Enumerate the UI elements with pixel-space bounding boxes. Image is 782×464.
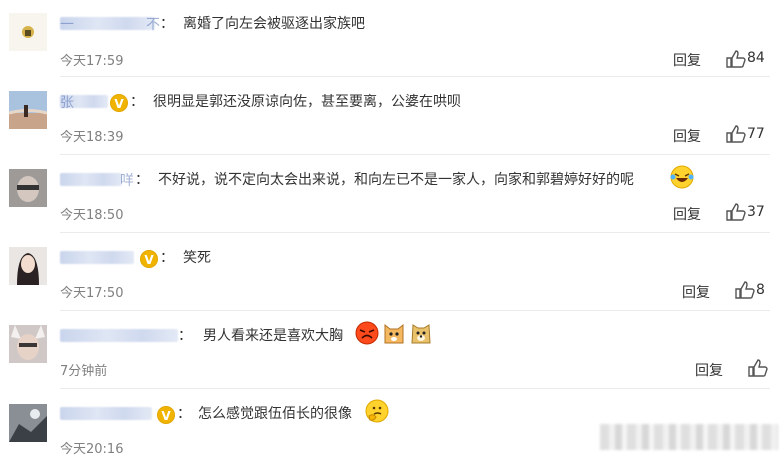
avatar[interactable] bbox=[9, 325, 47, 363]
divider bbox=[60, 232, 770, 233]
avatar[interactable] bbox=[9, 169, 47, 207]
username[interactable] bbox=[60, 17, 155, 30]
thinking-face-emoji-icon bbox=[365, 399, 389, 423]
colon: ： bbox=[160, 250, 174, 266]
reply-button[interactable]: 回复 bbox=[673, 204, 701, 224]
username[interactable] bbox=[60, 173, 122, 186]
watermark bbox=[600, 424, 778, 450]
reply-button[interactable]: 回复 bbox=[673, 50, 701, 70]
username[interactable] bbox=[60, 329, 178, 342]
timestamp: 今天20:16 bbox=[60, 442, 124, 457]
timestamp: 7分钟前 bbox=[60, 364, 108, 379]
comment-item: 咩 ： 不好说，说不定向太会出来说，和向左已不是一家人，向家和郭碧婷好好的呢 今… bbox=[0, 156, 782, 233]
username[interactable] bbox=[60, 251, 134, 264]
colon: ： bbox=[160, 16, 174, 32]
comment-item: 一 不 ： 离婚了向左会被驱逐出家族吧 今天17:59 回复 84 bbox=[0, 0, 782, 77]
thumbs-up-icon[interactable] bbox=[725, 50, 747, 68]
avatar[interactable] bbox=[9, 247, 47, 285]
divider bbox=[60, 154, 770, 155]
divider bbox=[60, 310, 770, 311]
comment-text: 不好说，说不定向太会出来说，和向左已不是一家人，向家和郭碧婷好好的呢 bbox=[158, 172, 634, 188]
colon: ： bbox=[177, 406, 191, 422]
thumbs-up-icon[interactable] bbox=[747, 359, 769, 377]
like-count: 37 bbox=[747, 204, 765, 220]
thumbs-up-icon[interactable] bbox=[734, 281, 756, 299]
cat-face-emoji-icon bbox=[384, 323, 404, 344]
thumbs-up-icon[interactable] bbox=[725, 203, 747, 221]
timestamp: 今天17:59 bbox=[60, 54, 124, 69]
colon: ： bbox=[130, 94, 144, 110]
username-fragment: 咩 bbox=[120, 173, 134, 189]
comment-text: 很明显是郭还没原谅向佐，甚至要离，公婆在哄呗 bbox=[153, 94, 461, 110]
thumbs-up-icon[interactable] bbox=[725, 125, 747, 143]
like-count: 84 bbox=[747, 50, 765, 66]
timestamp: 今天18:39 bbox=[60, 130, 124, 145]
avatar[interactable] bbox=[9, 13, 47, 51]
divider bbox=[60, 388, 770, 389]
avatar[interactable] bbox=[9, 404, 47, 442]
comment-item: 张 V ： 很明显是郭还没原谅向佐，甚至要离，公婆在哄呗 今天18:39 回复 … bbox=[0, 78, 782, 155]
timestamp: 今天18:50 bbox=[60, 208, 124, 223]
laughing-tears-emoji-icon bbox=[670, 165, 694, 189]
avatar[interactable] bbox=[9, 91, 47, 129]
doge-face-emoji-icon bbox=[411, 324, 431, 344]
comment-item: ： 男人看来还是喜欢大胸 7分钟前 回复 bbox=[0, 312, 782, 389]
username-fragment: 不 bbox=[146, 17, 160, 33]
verified-v-icon: V bbox=[157, 406, 175, 424]
reply-button[interactable]: 回复 bbox=[682, 282, 710, 302]
username[interactable] bbox=[60, 407, 152, 420]
divider bbox=[60, 76, 770, 77]
colon: ： bbox=[178, 328, 192, 344]
angry-face-emoji-icon bbox=[355, 321, 379, 345]
verified-v-icon: V bbox=[140, 250, 158, 268]
comment-text: 笑死 bbox=[183, 250, 211, 266]
username-fragment: 一 bbox=[60, 17, 74, 33]
verified-v-icon: V bbox=[110, 94, 128, 112]
colon: ： bbox=[135, 172, 149, 188]
comment-text: 怎么感觉跟伍佰长的很像 bbox=[198, 406, 352, 422]
username-fragment: 张 bbox=[60, 95, 74, 111]
comment-text: 男人看来还是喜欢大胸 bbox=[203, 328, 343, 344]
like-count: 77 bbox=[747, 126, 765, 142]
reply-button[interactable]: 回复 bbox=[695, 360, 723, 380]
like-count: 8 bbox=[756, 282, 765, 298]
timestamp: 今天17:50 bbox=[60, 286, 124, 301]
reply-button[interactable]: 回复 bbox=[673, 126, 701, 146]
comment-item: V ： 笑死 今天17:50 回复 8 bbox=[0, 234, 782, 311]
comment-text: 离婚了向左会被驱逐出家族吧 bbox=[183, 16, 365, 32]
